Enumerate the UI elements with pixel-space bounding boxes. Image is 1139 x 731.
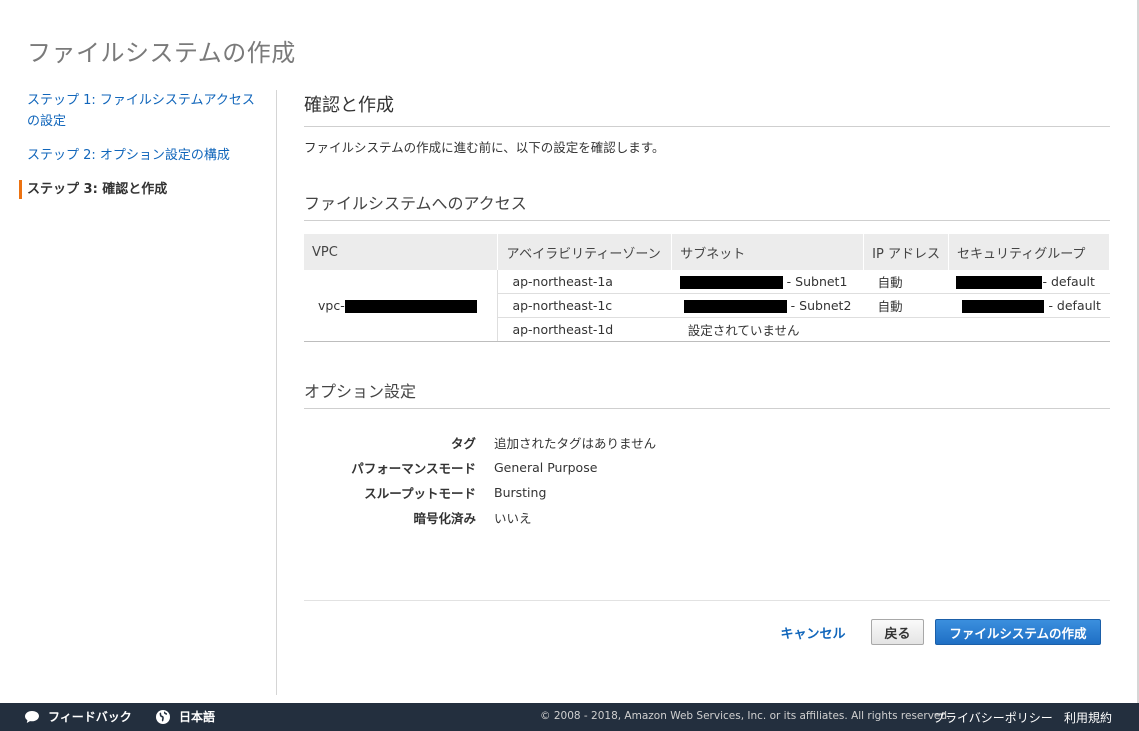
back-button[interactable]: 戻る (871, 619, 924, 645)
table-row: vpc- ap-northeast-1a - Subnet1 自動 - defa… (304, 270, 1110, 342)
table-header-row: VPC アベイラビリティーゾーン サブネット IP アドレス セキュリティグルー… (304, 234, 1111, 270)
section-description: ファイルシステムの作成に進む前に、以下の設定を確認します。 (304, 140, 665, 155)
security-group-suffix: - default (1048, 298, 1101, 313)
feedback-link[interactable]: フィードバック (24, 708, 132, 725)
column-header-subnet: サブネット (671, 234, 865, 270)
globe-icon (156, 709, 170, 724)
access-table: VPC アベイラビリティーゾーン サブネット IP アドレス セキュリティグルー… (304, 234, 1111, 342)
divider (304, 600, 1110, 601)
option-value: いいえ (494, 511, 532, 526)
subnet-cell: - Subnet2 (671, 293, 864, 318)
terms-link[interactable]: 利用規約 (1064, 709, 1112, 726)
column-header-vpc: VPC (304, 234, 499, 270)
option-key: タグ (450, 436, 476, 451)
security-group-suffix: - default (1042, 274, 1095, 289)
step-3-current: ステップ 3: 確認と作成 (19, 179, 269, 200)
security-group-cell (948, 317, 1110, 342)
options-list: タグ 追加されたタグはありません パフォーマンスモード General Purp… (304, 430, 724, 530)
column-header-ip: IP アドレス (863, 234, 949, 270)
option-value: 追加されたタグはありません (494, 436, 657, 451)
subnet-cell: - Subnet1 (671, 270, 864, 294)
footer: フィードバック 日本語 © 2008 - 2018, Amazon Web Se… (0, 703, 1139, 731)
options-title: オプション設定 (304, 382, 417, 401)
redacted-block (962, 300, 1045, 313)
az-cell: ap-northeast-1d (497, 317, 672, 342)
option-row: スループットモード Bursting (304, 480, 724, 505)
az-cell: ap-northeast-1c (497, 293, 672, 318)
create-file-system-button[interactable]: ファイルシステムの作成 (935, 619, 1101, 645)
security-group-cell: - default (948, 293, 1110, 318)
language-label: 日本語 (179, 710, 216, 724)
ip-cell: 自動 (863, 293, 949, 318)
option-value: General Purpose (494, 460, 598, 475)
column-header-az: アベイラビリティーゾーン (497, 234, 673, 270)
column-header-security-group: セキュリティグループ (948, 234, 1111, 270)
option-row: 暗号化済み いいえ (304, 505, 724, 530)
option-value: Bursting (494, 485, 547, 500)
option-row: タグ 追加されたタグはありません (304, 430, 724, 455)
security-group-cell: - default (948, 270, 1110, 294)
access-title: ファイルシステムへのアクセス (304, 194, 527, 213)
vpc-prefix: vpc- (318, 298, 345, 313)
section-title: 確認と作成 (304, 95, 394, 116)
wizard-steps-sidebar: ステップ 1: ファイルシステムアクセスの設定 ステップ 2: オプション設定の… (19, 90, 269, 200)
step-2-link[interactable]: ステップ 2: オプション設定の構成 (19, 145, 269, 166)
subnet-suffix: - Subnet2 (790, 298, 852, 313)
option-key: パフォーマンスモード (351, 461, 476, 476)
az-cell: ap-northeast-1a (497, 270, 672, 294)
divider (304, 408, 1110, 409)
option-key: スループットモード (364, 486, 476, 501)
vpc-cell: vpc- (304, 270, 499, 342)
option-row: パフォーマンスモード General Purpose (304, 455, 724, 480)
redacted-block (683, 300, 787, 313)
feedback-label: フィードバック (48, 710, 132, 724)
option-key: 暗号化済み (413, 511, 476, 526)
page-title: ファイルシステムの作成 (27, 39, 296, 67)
divider (304, 220, 1110, 221)
sidebar-divider (276, 90, 277, 695)
privacy-policy-link[interactable]: プライバシーポリシー (933, 709, 1053, 726)
subnet-suffix: - Subnet1 (786, 274, 848, 289)
subnet-cell: 設定されていません (671, 317, 864, 342)
divider (304, 126, 1110, 127)
cancel-button[interactable]: キャンセル (774, 619, 852, 645)
ip-cell: 自動 (863, 270, 949, 294)
copyright-text: © 2008 - 2018, Amazon Web Services, Inc.… (540, 710, 951, 722)
language-selector[interactable]: 日本語 (155, 708, 215, 725)
step-1-link[interactable]: ステップ 1: ファイルシステムアクセスの設定 (19, 90, 262, 132)
speech-bubble-icon (25, 710, 39, 723)
redacted-block (956, 276, 1043, 289)
ip-cell (863, 317, 949, 342)
redacted-block (679, 276, 783, 289)
redacted-block (344, 300, 477, 313)
